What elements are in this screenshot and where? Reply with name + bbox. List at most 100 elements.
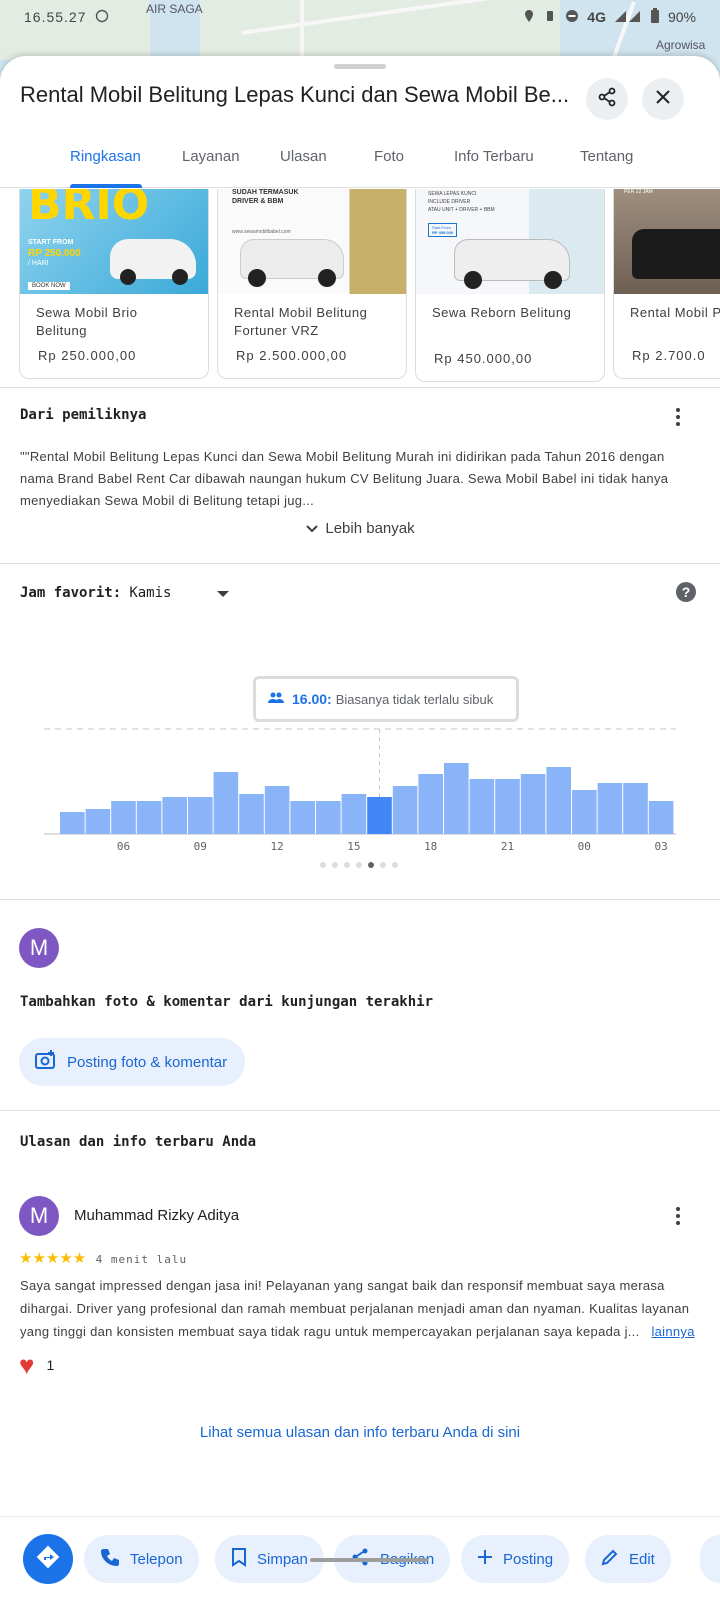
tab-foto[interactable]: Foto	[374, 148, 404, 165]
chart-bar[interactable]	[264, 786, 290, 834]
product-card[interactable]: PER 12 JAM Rental Mobil Pajero Sport Rp …	[613, 189, 720, 379]
see-all-reviews-link[interactable]: Lihat semua ulasan dan info terbaru Anda…	[0, 1424, 720, 1441]
post-label: Posting	[503, 1550, 554, 1568]
chart-pager[interactable]	[320, 862, 398, 868]
more-options-icon[interactable]	[666, 405, 690, 429]
reviews-heading: Ulasan dan info terbaru Anda	[20, 1134, 257, 1150]
chart-bar[interactable]	[623, 783, 648, 834]
save-button[interactable]: Simpan	[215, 1535, 324, 1583]
pager-dot[interactable]	[320, 862, 326, 868]
avatar: M	[19, 928, 59, 968]
popular-times-label: Jam favorit:	[20, 585, 122, 601]
chart-bar[interactable]	[111, 801, 136, 834]
product-image: SEWA LEPAS KUNCI INCLUDE DRIVER ATAU UNI…	[416, 189, 604, 294]
divider	[0, 1110, 720, 1111]
dropdown-arrow-icon[interactable]	[216, 585, 230, 602]
pager-dot[interactable]	[392, 862, 398, 868]
chart-bar[interactable]	[572, 790, 597, 834]
chart-bar[interactable]	[136, 801, 162, 834]
product-image-title: BRIO	[28, 189, 150, 230]
edit-button[interactable]: Edit	[585, 1535, 671, 1583]
chart-bar[interactable]	[213, 772, 239, 834]
battery-level: 90%	[667, 9, 696, 25]
chart-tick-label: 06	[117, 840, 130, 853]
product-card[interactable]: SEWA LEPAS KUNCI INCLUDE DRIVER ATAU UNI…	[415, 189, 605, 382]
reviewer-name[interactable]: Muhammad Rizky Aditya	[74, 1207, 239, 1224]
product-card[interactable]: SUDAH TERMASUK DRIVER & BBM www.sewamobi…	[217, 189, 407, 379]
reviewer-avatar[interactable]: M	[19, 1196, 59, 1236]
pager-dot[interactable]	[356, 862, 362, 868]
popular-times-day[interactable]: Kamis	[129, 585, 171, 601]
close-button[interactable]	[642, 78, 684, 120]
product-image-line: PER 12 JAM	[624, 189, 653, 195]
tab-tentang[interactable]: Tentang	[580, 148, 633, 165]
tab-bar: Ringkasan Layanan Ulasan Foto Info Terba…	[0, 136, 720, 188]
product-image-line: SEWA LEPAS KUNCI	[428, 191, 477, 197]
chart-bar[interactable]	[367, 797, 392, 834]
pager-dot[interactable]	[332, 862, 338, 868]
chart-bar[interactable]	[546, 767, 571, 834]
reaction-count: 1	[46, 1357, 55, 1373]
chart-bar[interactable]	[444, 763, 469, 834]
active-tab-indicator	[70, 184, 142, 188]
star-rating: ★★★★★	[19, 1250, 87, 1267]
post-photo-button[interactable]: Posting foto & komentar	[19, 1038, 245, 1086]
heart-icon: ♥	[19, 1350, 35, 1380]
product-image-line: DRIVER & BBM	[232, 198, 284, 205]
product-price: Rp 450.000,00	[434, 351, 533, 366]
chart-bar[interactable]	[495, 779, 520, 834]
product-image-line: INCLUDE DRIVER	[428, 199, 471, 205]
post-button[interactable]: Posting	[461, 1535, 570, 1583]
more-actions-button[interactable]	[700, 1535, 720, 1583]
popular-times-header[interactable]: Jam favorit: Kamis	[20, 584, 230, 602]
chart-bar[interactable]	[520, 774, 546, 834]
chart-bar[interactable]	[648, 801, 674, 834]
pager-dot[interactable]	[344, 862, 350, 868]
signal-icon	[614, 9, 642, 26]
tab-layanan[interactable]: Layanan	[182, 148, 240, 165]
product-name: Rental Mobil Pajero Sport	[630, 305, 720, 320]
product-image-line: www.sewamobilbabel.com	[232, 229, 291, 235]
chart-bar[interactable]	[162, 797, 187, 834]
directions-button[interactable]	[23, 1534, 73, 1584]
chart-bar[interactable]	[392, 786, 418, 834]
place-sheet[interactable]: Rental Mobil Belitung Lepas Kunci dan Se…	[0, 56, 720, 1600]
review-more-icon[interactable]	[666, 1204, 690, 1228]
vibrate-icon	[543, 9, 557, 26]
chart-bar[interactable]	[188, 797, 213, 834]
chart-bar[interactable]	[239, 794, 264, 834]
reaction[interactable]: ♥ 1	[19, 1352, 54, 1378]
show-more-button[interactable]: Lebih banyak	[0, 520, 720, 538]
product-name: Rental Mobil Belitung Fortuner VRZ	[234, 305, 368, 338]
tab-ringkasan[interactable]: Ringkasan	[70, 148, 141, 165]
review-time: 4 menit lalu	[95, 1253, 188, 1266]
directions-icon	[36, 1545, 60, 1574]
drag-handle[interactable]	[334, 64, 386, 69]
review-text: Saya sangat impressed dengan jasa ini! P…	[20, 1274, 710, 1343]
product-card[interactable]: BRIO START FROM RP 250.000 / HARI BOOK N…	[19, 189, 209, 379]
pager-dot[interactable]	[380, 862, 386, 868]
chart-bar[interactable]	[341, 794, 367, 834]
chart-tick-label: 03	[654, 840, 667, 853]
dnd-icon	[565, 9, 579, 26]
chart-bar[interactable]	[290, 801, 315, 834]
product-image-badge: Start From RP 499.000	[428, 223, 458, 237]
read-more-link[interactable]: lainnya	[651, 1324, 694, 1339]
chart-bar[interactable]	[469, 779, 495, 834]
share-button[interactable]	[586, 78, 628, 120]
product-name: Sewa Mobil Brio Belitung	[36, 305, 138, 338]
product-image: PER 12 JAM	[614, 189, 720, 294]
chart-bar[interactable]	[316, 801, 341, 834]
call-button[interactable]: Telepon	[84, 1535, 199, 1583]
tab-ulasan[interactable]: Ulasan	[280, 148, 327, 165]
chart-bar[interactable]	[418, 774, 443, 834]
pager-dot[interactable]	[368, 862, 374, 868]
chart-bar[interactable]	[60, 812, 85, 834]
review-text-content: Saya sangat impressed dengan jasa ini! P…	[20, 1278, 690, 1339]
chart-bar[interactable]	[85, 809, 111, 834]
chart-bar[interactable]	[597, 783, 623, 834]
tab-info-terbaru[interactable]: Info Terbaru	[454, 148, 534, 165]
help-icon[interactable]: ?	[676, 582, 696, 602]
popular-times-chart[interactable]: 06 09 12 15 18 21 00 03	[0, 696, 720, 856]
status-bar: 16.55.27 4G 90%	[0, 0, 720, 34]
